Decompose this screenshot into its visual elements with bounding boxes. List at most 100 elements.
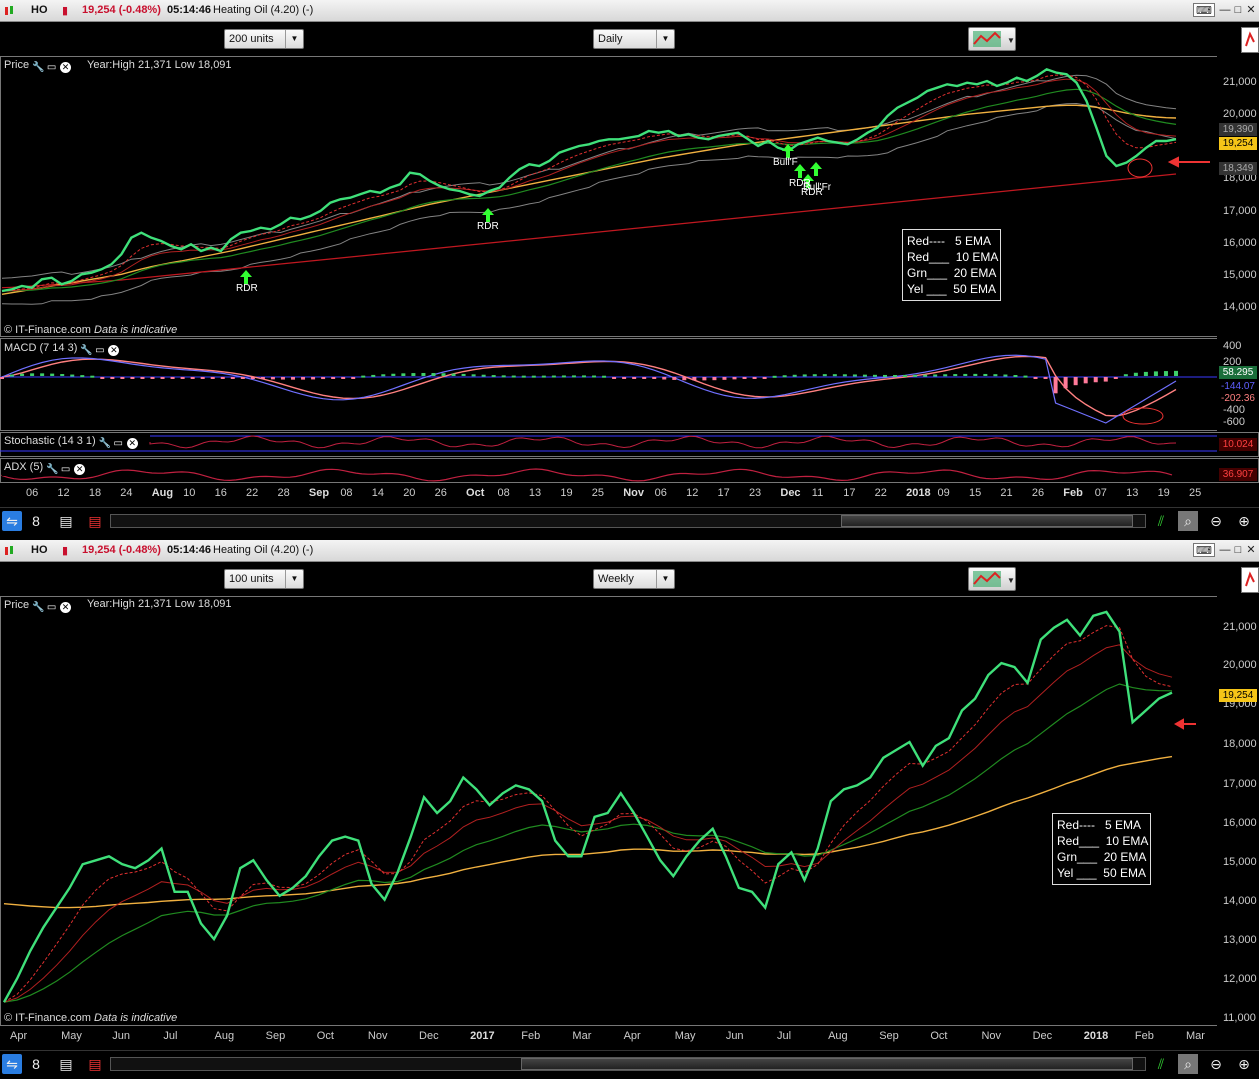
x-tick-label: 11 [811,487,824,499]
close-panel-icon[interactable]: ✕ [60,602,72,613]
compare-icon[interactable]: 8 [26,1054,46,1074]
y-tick: 16,000 [1223,817,1257,829]
window-icon[interactable]: ▭ [46,602,57,613]
wrench-icon[interactable]: 🔧 [32,602,44,613]
macd-value-box: 58.295 [1219,366,1257,379]
stochastic-line [149,435,1177,449]
alert-icon[interactable]: ▮ [62,544,68,557]
price-panel-label: Price 🔧 ▭ ✕ [2,598,74,614]
svg-text:▼: ▼ [1007,36,1015,45]
macd-histogram-bar [290,377,295,380]
wrench-icon[interactable]: 🔧 [99,438,111,449]
zoom-out-icon[interactable]: ⊖ [1206,1054,1226,1074]
indicator-icon[interactable]: ▤ [85,1054,105,1074]
top-price-chart[interactable] [0,56,1259,337]
side-panel-button[interactable] [1241,27,1259,53]
keyboard-icon[interactable]: ⌨ [1193,3,1215,17]
minimize-icon[interactable]: — [1218,543,1232,557]
macd-histogram-bar [140,377,145,379]
x-tick-label: 06 [654,487,667,499]
wrench-icon[interactable]: 🔧 [46,464,58,475]
zoom-fit-icon[interactable]: ⌕ [1178,511,1198,531]
window-icon[interactable]: ▭ [60,464,71,475]
adx-chart[interactable] [0,458,1259,483]
signal-label: Bull'Fr [803,182,832,193]
share-icon[interactable]: ⇋ [2,511,22,531]
y-tick: 14,000 [1223,301,1257,313]
stochastic-chart[interactable] [0,432,1259,457]
drawing-icon[interactable]: ⫽ [1151,1054,1171,1074]
macd-histogram-bar [682,377,687,381]
macd-histogram-bar [441,373,446,376]
macd-chart[interactable] [0,338,1259,431]
x-tick-label: 17 [843,487,856,499]
interval-select[interactable]: Weekly ▼ [593,569,675,589]
bottom-price-chart[interactable] [0,596,1259,1026]
macd-histogram-bar [331,377,336,379]
macd-histogram-bar [1033,377,1038,379]
bottom-price-axis[interactable]: 21,000 20,000 19,000 18,000 17,000 16,00… [1217,596,1259,1026]
zoom-fit-icon[interactable]: ⌕ [1178,1054,1198,1074]
window-icon[interactable]: ▭ [113,438,124,449]
macd-histogram-bar [752,377,757,379]
top-price-axis[interactable]: 21,000 20,000 19,000 18,000 17,000 16,00… [1217,56,1259,337]
chart-tools-button[interactable]: ▼ [968,27,1016,51]
close-icon[interactable]: ✕ [1244,3,1258,17]
interval-select[interactable]: Daily ▼ [593,29,675,49]
window-icon[interactable]: ▭ [94,345,105,356]
share-icon[interactable]: ⇋ [2,1054,22,1074]
macd-histogram-bar [852,374,857,377]
alert-icon[interactable]: ▮ [62,4,68,17]
x-tick-label: Sep [879,1030,899,1042]
units-select[interactable]: 100 units ▼ [224,569,304,589]
macd-histogram-bar [180,377,185,379]
x-tick-label: 25 [1189,487,1202,499]
bottom-scrollbar[interactable] [110,1057,1146,1071]
close-panel-icon[interactable]: ✕ [108,345,120,356]
y-tick: 20,000 [1223,108,1257,120]
template-icon[interactable]: ▤ [56,511,76,531]
wrench-icon[interactable]: 🔧 [80,345,92,356]
maximize-icon[interactable]: □ [1231,3,1245,17]
scroll-thumb[interactable] [841,515,1133,527]
x-tick-label: 26 [1031,487,1045,499]
x-tick-label: Feb [1134,1030,1154,1042]
close-panel-icon[interactable]: ✕ [60,62,72,73]
x-tick-label: Jul [776,1030,792,1042]
x-tick-label: Apr [623,1030,641,1042]
zoom-out-icon[interactable]: ⊖ [1206,511,1226,531]
top-time-axis[interactable]: 06 12 18 24 Aug 10 16 22 28 Sep 08 14 20 26 Oct 08 13 19 2… [0,486,1217,502]
maximize-icon[interactable]: □ [1231,543,1245,557]
macd-histogram-bar [40,373,45,376]
window-icon[interactable]: ▭ [46,62,57,73]
keyboard-icon[interactable]: ⌨ [1193,543,1215,557]
x-tick-label: 12 [57,487,70,499]
close-icon[interactable]: ✕ [1244,543,1258,557]
side-panel-button[interactable] [1241,567,1259,593]
wrench-icon[interactable]: 🔧 [32,62,44,73]
template-icon[interactable]: ▤ [56,1054,76,1074]
drawing-icon[interactable]: ⫽ [1151,511,1171,531]
minimize-icon[interactable]: — [1218,3,1232,17]
units-select[interactable]: 200 units ▼ [224,29,304,49]
macd-histogram-bar [90,375,95,378]
y-tick: 15,000 [1223,856,1257,868]
close-panel-icon[interactable]: ✕ [126,438,138,449]
macd-histogram-bar [571,375,576,378]
chart-tools-button[interactable]: ▼ [968,567,1016,591]
macd-histogram-bar [1043,377,1048,379]
bottom-time-axis[interactable]: Apr May Jun Jul Aug Sep Oct Nov Dec 2017 Feb Mar Apr… [0,1029,1217,1045]
indicator-icon[interactable]: ▤ [85,511,105,531]
top-scrollbar[interactable] [110,514,1146,528]
macd-histogram-bar [732,377,737,380]
x-tick-label: 26 [434,487,447,499]
zoom-in-icon[interactable]: ⊕ [1234,1054,1254,1074]
zoom-in-icon[interactable]: ⊕ [1234,511,1254,531]
copyright-text: © IT-Finance.com [4,324,91,336]
scroll-thumb[interactable] [521,1058,1133,1070]
close-panel-icon[interactable]: ✕ [74,464,86,475]
macd-line [1,354,1177,424]
compare-icon[interactable]: 8 [26,511,46,531]
macd-histogram-bar [742,377,747,379]
stochastic-value-box: 10.024 [1219,438,1257,451]
